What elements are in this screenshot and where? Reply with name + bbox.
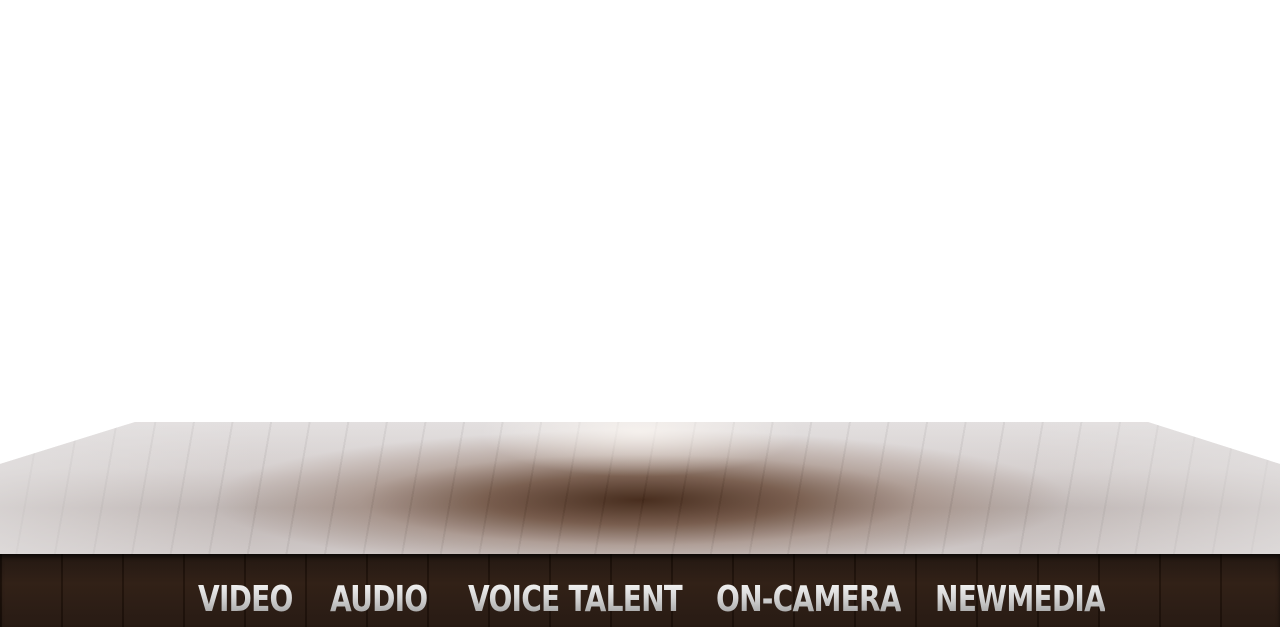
nav-item-newmedia[interactable]: NEWMEDIA <box>935 578 1106 622</box>
nav-item-video[interactable]: VIDEO <box>198 578 293 622</box>
nav-item-audio[interactable]: AUDIO <box>330 578 428 622</box>
page: VIDEO AUDIO VOICE TALENT ON-CAMERA NEWME… <box>0 0 1280 629</box>
table-front-edge: VIDEO AUDIO VOICE TALENT ON-CAMERA NEWME… <box>0 554 1280 627</box>
blank-backdrop <box>0 0 1280 422</box>
nav-item-voice-talent[interactable]: VOICE TALENT <box>468 578 683 622</box>
main-nav: VIDEO AUDIO VOICE TALENT ON-CAMERA NEWME… <box>0 554 1280 627</box>
nav-item-on-camera[interactable]: ON-CAMERA <box>716 578 902 622</box>
table-surface-highlight <box>0 422 1280 554</box>
